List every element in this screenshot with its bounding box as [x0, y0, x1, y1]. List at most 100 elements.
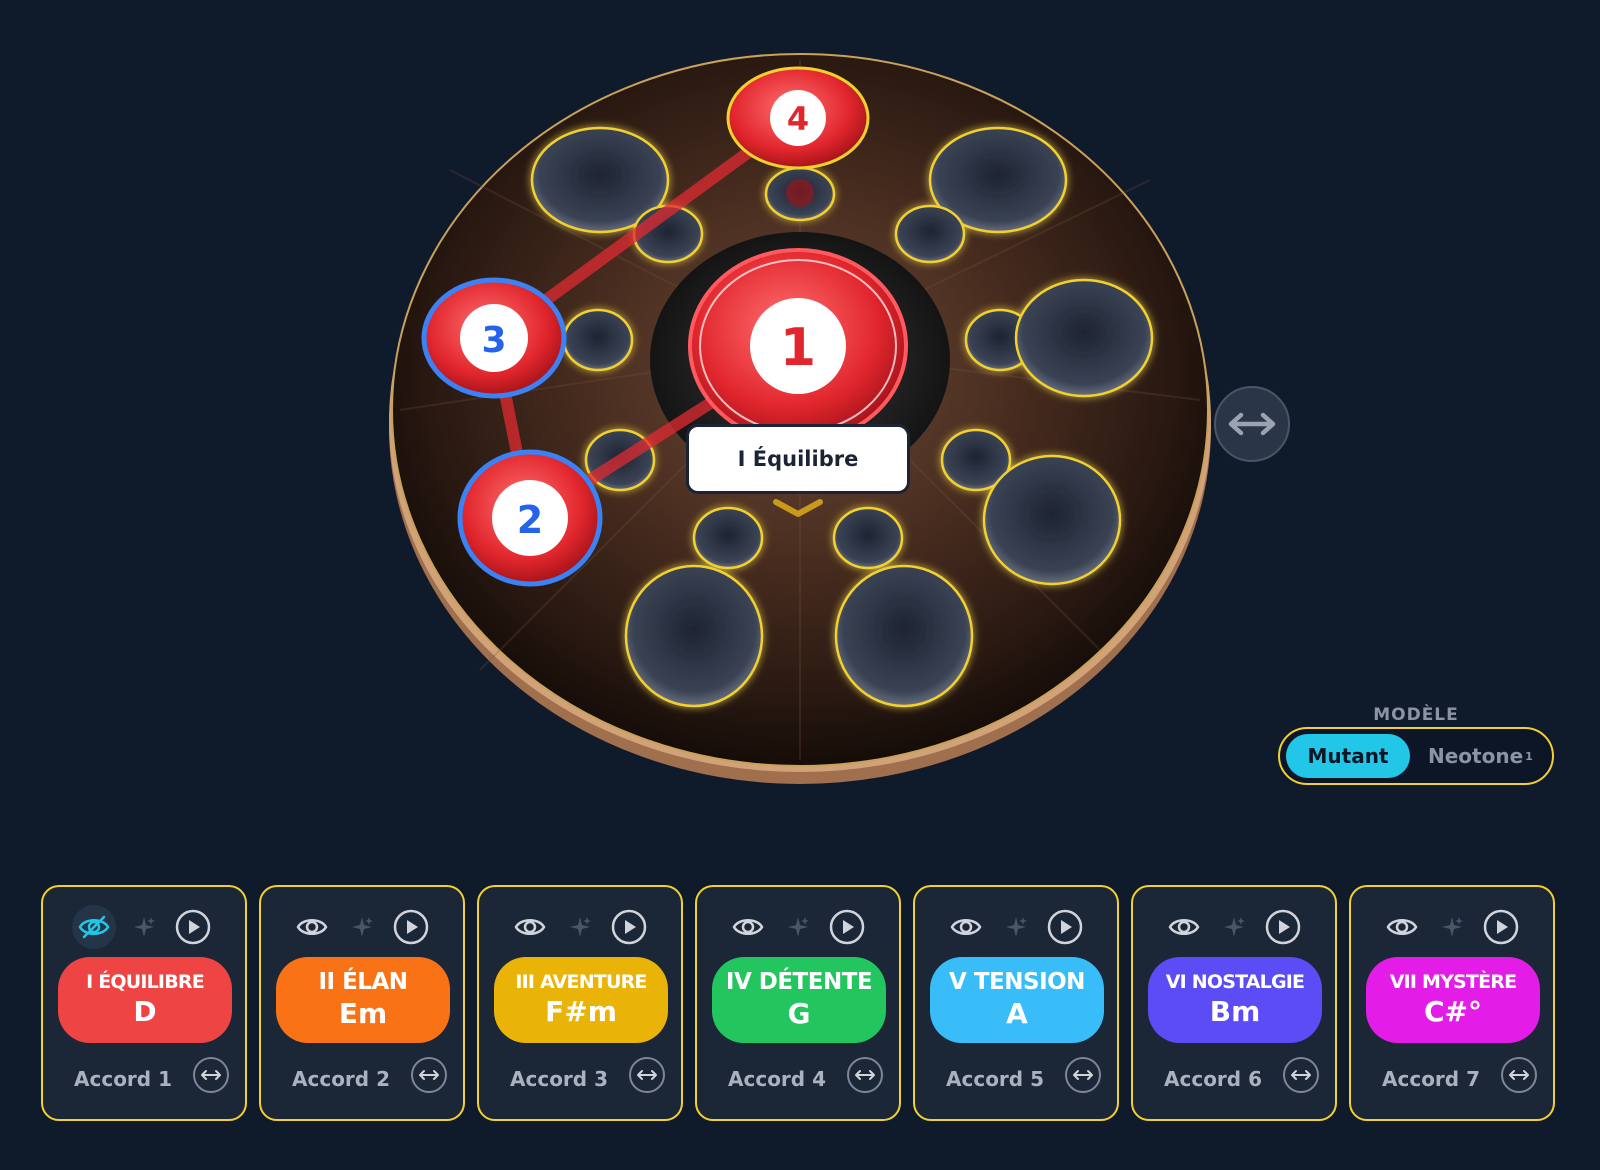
marker-label-1: 1	[780, 318, 816, 378]
sparkle-icon	[788, 917, 809, 937]
chord-symbol: C#°	[1423, 995, 1482, 1029]
model-toggle: Mutant Neotone 1	[1278, 727, 1554, 785]
chord-degree-name: IV DÉTENTE	[725, 968, 873, 995]
note-marker-3: 3	[421, 277, 567, 399]
toggle-visibility-button[interactable]	[72, 905, 116, 949]
chord-pill[interactable]: III AVENTURE F#m	[494, 957, 668, 1043]
swap-horizontal-icon	[1073, 1070, 1093, 1080]
chord-card-actions	[1133, 905, 1335, 949]
chord-pill[interactable]: I ÉQUILIBRE D	[58, 957, 232, 1043]
eye-icon	[950, 919, 982, 935]
sparkle-icon	[352, 917, 373, 937]
play-chord-button[interactable]	[171, 905, 215, 949]
chord-card-actions	[479, 905, 681, 949]
chord-symbol: G	[787, 997, 811, 1031]
swap-horizontal-icon	[855, 1070, 875, 1080]
model-option-neotone[interactable]: Neotone 1	[1410, 734, 1533, 778]
sparkle-icon	[570, 917, 591, 937]
chord-pill[interactable]: V TENSION A	[930, 957, 1104, 1043]
tongue-hole	[624, 564, 764, 708]
chord-card: VI NOSTALGIE Bm Accord 6	[1131, 885, 1337, 1121]
toggle-visibility-button[interactable]	[726, 905, 770, 949]
chord-slot-label: Accord 4	[728, 1067, 826, 1091]
chord-symbol: Em	[338, 997, 388, 1031]
sparkle-button[interactable]	[1212, 905, 1256, 949]
play-icon	[829, 909, 865, 945]
note-marker-4: 4	[726, 66, 870, 170]
swap-horizontal-icon	[1291, 1070, 1311, 1080]
model-title: MODÈLE	[1373, 705, 1459, 725]
sparkle-button[interactable]	[994, 905, 1038, 949]
toggle-visibility-button[interactable]	[1380, 905, 1424, 949]
chord-pill[interactable]: II ÉLAN Em	[276, 957, 450, 1043]
chord-card: II ÉLAN Em Accord 2	[259, 885, 465, 1121]
swap-horizontal-icon	[419, 1070, 439, 1080]
chord-symbol: Bm	[1209, 995, 1261, 1029]
tongue-hole	[562, 308, 634, 372]
swap-chord-button[interactable]	[629, 1057, 665, 1093]
tongue-hole	[832, 506, 904, 570]
chord-card-actions	[697, 905, 899, 949]
tongue-hole	[982, 454, 1122, 586]
sparkle-button[interactable]	[776, 905, 820, 949]
chord-card-actions	[261, 905, 463, 949]
chord-card: III AVENTURE F#m Accord 3	[477, 885, 683, 1121]
toggle-visibility-button[interactable]	[944, 905, 988, 949]
note-marker-1: 1	[688, 248, 908, 444]
play-chord-button[interactable]	[1261, 905, 1305, 949]
chord-card: VII MYSTÈRE C#° Accord 7	[1349, 885, 1555, 1121]
swap-chord-button[interactable]	[1501, 1057, 1537, 1093]
marker-label-4: 4	[787, 100, 809, 138]
swap-chord-button[interactable]	[193, 1057, 229, 1093]
toggle-visibility-button[interactable]	[1162, 905, 1206, 949]
chord-pill[interactable]: VII MYSTÈRE C#°	[1366, 957, 1540, 1043]
play-icon	[1265, 909, 1301, 945]
chord-symbol: D	[133, 995, 157, 1029]
neotone-superscript: 1	[1525, 749, 1533, 763]
play-icon	[1483, 909, 1519, 945]
eye-icon	[732, 919, 764, 935]
rotate-view-button[interactable]	[1214, 386, 1290, 462]
eye-off-icon	[78, 915, 110, 939]
swap-chord-button[interactable]	[411, 1057, 447, 1093]
sparkle-button[interactable]	[558, 905, 602, 949]
play-chord-button[interactable]	[607, 905, 651, 949]
chord-card-actions	[915, 905, 1117, 949]
chord-card: I ÉQUILIBRE D Accord 1	[41, 885, 247, 1121]
swap-horizontal-icon	[1509, 1070, 1529, 1080]
play-chord-button[interactable]	[1043, 905, 1087, 949]
chord-slot-label: Accord 5	[946, 1067, 1044, 1091]
swap-horizontal-icon	[637, 1070, 657, 1080]
note-marker-2: 2	[457, 449, 603, 587]
eye-icon	[514, 919, 546, 935]
eye-icon	[1168, 919, 1200, 935]
sparkle-button[interactable]	[340, 905, 384, 949]
chord-pill[interactable]: IV DÉTENTE G	[712, 957, 886, 1043]
sparkle-button[interactable]	[122, 905, 166, 949]
sparkle-icon	[1224, 917, 1245, 937]
model-option-mutant[interactable]: Mutant	[1286, 734, 1410, 778]
play-icon	[175, 909, 211, 945]
toggle-visibility-button[interactable]	[508, 905, 552, 949]
tongue-hole	[1014, 278, 1154, 398]
play-chord-button[interactable]	[389, 905, 433, 949]
toggle-visibility-button[interactable]	[290, 905, 334, 949]
swap-chord-button[interactable]	[1283, 1057, 1319, 1093]
sparkle-button[interactable]	[1430, 905, 1474, 949]
chord-degree-name: V TENSION	[949, 968, 1085, 995]
chord-card-actions	[43, 905, 245, 949]
chord-slot-label: Accord 1	[74, 1067, 172, 1091]
swap-chord-button[interactable]	[1065, 1057, 1101, 1093]
model-option-neotone-label: Neotone	[1428, 744, 1524, 768]
swap-chord-button[interactable]	[847, 1057, 883, 1093]
play-chord-button[interactable]	[1479, 905, 1523, 949]
chord-slot-label: Accord 2	[292, 1067, 390, 1091]
play-icon	[1047, 909, 1083, 945]
chord-symbol: A	[1006, 997, 1028, 1031]
chord-list: I ÉQUILIBRE D Accord 1 II ÉLAN Em Accord 2 III…	[41, 885, 1557, 1121]
chord-degree-name: VI NOSTALGIE	[1165, 971, 1305, 994]
chord-pill[interactable]: VI NOSTALGIE Bm	[1148, 957, 1322, 1043]
chord-symbol: F#m	[545, 995, 617, 1029]
play-chord-button[interactable]	[825, 905, 869, 949]
eye-icon	[296, 919, 328, 935]
